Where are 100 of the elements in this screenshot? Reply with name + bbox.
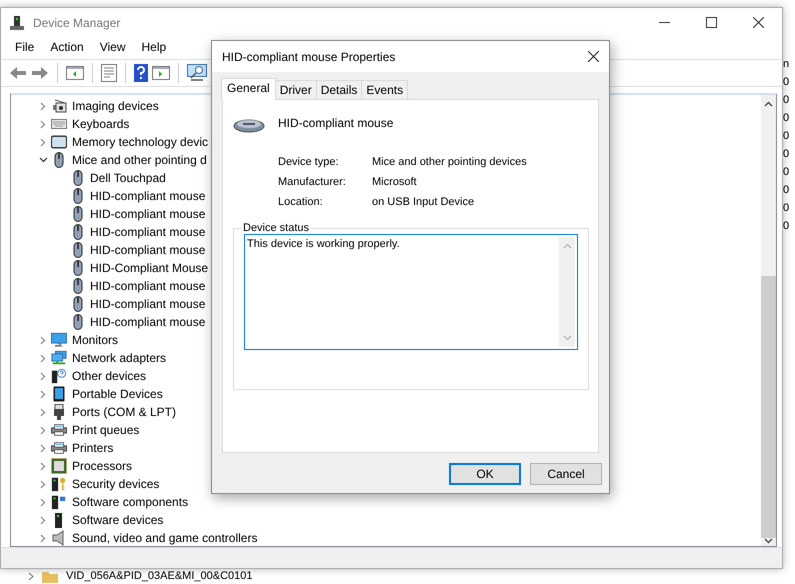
mouse-icon: [73, 224, 83, 240]
menu-item[interactable]: Action: [42, 40, 92, 54]
close-icon[interactable]: [588, 51, 599, 62]
dialog-title: HID-compliant mouse Properties: [222, 50, 396, 64]
device-manager-icon: [9, 14, 25, 30]
chevron-right-icon: [28, 572, 34, 581]
chevron-right-icon[interactable]: [40, 336, 46, 344]
mouse-icon: [73, 206, 83, 222]
property-label: Device type:: [278, 156, 340, 168]
tree-item[interactable]: Sound, video and game controllers: [72, 531, 258, 545]
keyboard-icon: [51, 119, 67, 129]
tree-item[interactable]: Software devices: [72, 513, 164, 527]
help-icon[interactable]: [134, 64, 148, 82]
menu-item[interactable]: View: [92, 40, 134, 54]
table-cell-text: 0: [783, 183, 790, 198]
tab[interactable]: Events: [361, 80, 408, 99]
monitor-icon: [51, 332, 67, 348]
chevron-down-icon[interactable]: [38, 157, 48, 163]
computer-icon: [54, 512, 64, 528]
table-cell-text: 0: [783, 93, 790, 108]
computer-key-icon: [51, 476, 67, 492]
back-arrow-icon[interactable]: [9, 65, 27, 81]
chevron-right-icon[interactable]: [40, 444, 46, 452]
monitor-magnifier-icon[interactable]: [187, 64, 207, 82]
camera-icon: [51, 99, 67, 113]
printer-icon: [51, 423, 67, 437]
chevron-right-icon[interactable]: [40, 102, 46, 110]
dialog-button[interactable]: Cancel: [530, 463, 602, 485]
menu-item[interactable]: Help: [134, 40, 174, 54]
table-cell-text: 0: [783, 75, 790, 90]
chevron-right-icon[interactable]: [40, 354, 46, 362]
tree-item-text: VID_056A&PID_03AE&MI_00&C0101: [66, 570, 253, 583]
tree-item[interactable]: HID-compliant mouse: [90, 315, 206, 329]
tree-item[interactable]: Security devices: [72, 477, 160, 491]
mouse-icon: [73, 170, 83, 186]
chevron-right-icon[interactable]: [40, 426, 46, 434]
tree-item[interactable]: HID-compliant mouse: [90, 189, 206, 203]
tree-item[interactable]: HID-compliant mouse: [90, 279, 206, 293]
chevron-right-icon[interactable]: [40, 534, 46, 542]
tree-item[interactable]: Monitors: [72, 333, 118, 347]
tree-item[interactable]: Print queues: [72, 423, 140, 437]
mouse-icon: [73, 278, 83, 294]
tree-item[interactable]: HID-compliant mouse: [90, 225, 206, 239]
close-icon[interactable]: [753, 17, 764, 28]
window-title: Device Manager: [33, 16, 122, 30]
network-icon: [51, 350, 67, 366]
mouse-icon: [54, 152, 64, 168]
tree-item[interactable]: HID-compliant mouse: [90, 243, 206, 257]
tree-item[interactable]: Memory technology devic: [72, 135, 208, 149]
tree-item[interactable]: Mice and other pointing d: [72, 153, 207, 167]
scrollbar-thumb[interactable]: [761, 276, 776, 538]
table-cell-text: n: [783, 57, 790, 72]
chevron-right-icon[interactable]: [40, 408, 46, 416]
panel-play-icon[interactable]: [152, 65, 170, 81]
chevron-right-icon[interactable]: [40, 480, 46, 488]
tree-item[interactable]: Ports (COM & LPT): [72, 405, 176, 419]
table-cell-text: 0: [783, 111, 790, 126]
chip-icon: [51, 458, 67, 474]
property-value: Mice and other pointing devices: [372, 156, 528, 168]
chevron-right-icon[interactable]: [40, 498, 46, 506]
table-cell-text: 0: [783, 129, 790, 144]
chevron-right-icon[interactable]: [40, 462, 46, 470]
tree-item[interactable]: HID-compliant mouse: [90, 297, 206, 311]
chevron-right-icon[interactable]: [40, 138, 46, 146]
tree-item[interactable]: HID-Compliant Mouse: [90, 261, 208, 275]
tree-item[interactable]: Software components: [72, 495, 188, 509]
menu-item[interactable]: File: [7, 40, 42, 54]
tree-item[interactable]: HID-compliant mouse: [90, 207, 206, 221]
tab[interactable]: General: [221, 78, 276, 100]
tree-item[interactable]: Keyboards: [72, 117, 130, 131]
chevron-right-icon[interactable]: [40, 120, 46, 128]
scroll-up-icon[interactable]: [764, 101, 773, 107]
memory-card-icon: [51, 135, 67, 149]
tree-item[interactable]: Network adapters: [72, 351, 166, 365]
mouse-icon: [73, 296, 83, 312]
table-cell-text: 0: [783, 147, 790, 162]
tree-item[interactable]: Other devices: [72, 369, 146, 383]
forward-arrow-icon[interactable]: [31, 65, 49, 81]
mouse-icon: [73, 314, 83, 330]
property-value: on USB Input Device: [372, 196, 476, 208]
panel-icon[interactable]: [66, 65, 84, 81]
tree-item[interactable]: Imaging devices: [72, 99, 159, 113]
tree-item[interactable]: Dell Touchpad: [90, 171, 166, 185]
printer-icon: [51, 441, 67, 455]
tree-item[interactable]: Printers: [72, 441, 114, 455]
properties-sheet-icon[interactable]: [101, 64, 117, 82]
tree-item[interactable]: Portable Devices: [72, 387, 163, 401]
scroll-down-icon[interactable]: [764, 538, 773, 544]
table-cell-text: 0: [783, 201, 790, 216]
tablet-icon: [53, 386, 65, 402]
dialog-button[interactable]: OK: [449, 463, 521, 485]
property-label: Manufacturer:: [278, 176, 347, 188]
maximize-icon[interactable]: [706, 17, 717, 28]
tree-item[interactable]: Processors: [72, 459, 132, 473]
chevron-right-icon[interactable]: [40, 390, 46, 398]
mouse-icon: [73, 188, 83, 204]
chevron-right-icon[interactable]: [40, 516, 46, 524]
chevron-right-icon[interactable]: [40, 372, 46, 380]
table-cell-text: 0: [783, 165, 790, 180]
computer-puzzle-icon: [51, 494, 67, 510]
